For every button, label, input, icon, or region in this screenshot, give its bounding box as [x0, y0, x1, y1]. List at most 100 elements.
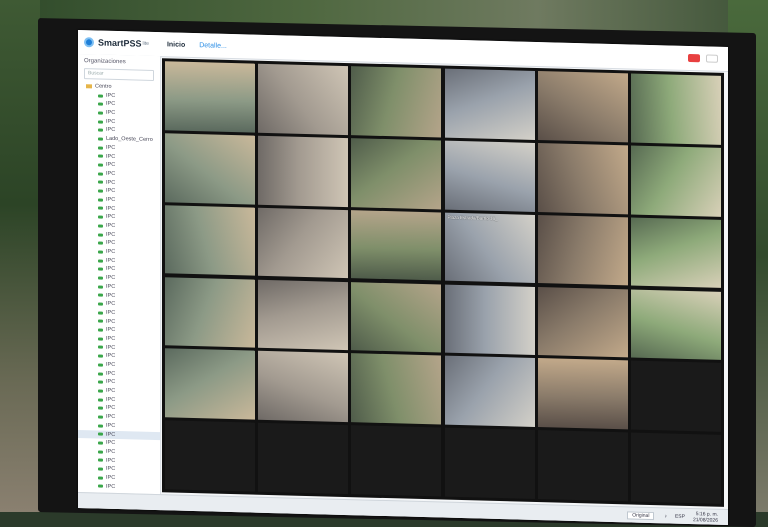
language-indicator: ESP	[674, 513, 685, 520]
tree-item-label: IPC	[106, 153, 116, 160]
camera-feed-tile[interactable]	[444, 284, 535, 356]
camera-icon	[98, 137, 103, 141]
camera-icon	[98, 198, 103, 202]
tree-item-label: IPC	[106, 396, 116, 403]
camera-icon	[98, 372, 103, 376]
tree-item-label: IPC	[106, 335, 116, 342]
camera-icon	[98, 154, 103, 158]
layout-icon[interactable]	[706, 54, 718, 63]
camera-icon	[98, 432, 103, 436]
empty-feed-tile[interactable]	[258, 422, 349, 495]
camera-feed-tile[interactable]	[258, 351, 349, 423]
camera-feed-tile[interactable]	[165, 276, 256, 348]
tree-item-label: IPC	[106, 179, 116, 186]
camera-icon	[98, 398, 103, 402]
camera-icon	[98, 285, 103, 289]
camera-icon	[98, 250, 103, 254]
camera-feed-tile[interactable]	[444, 68, 535, 140]
camera-icon	[98, 319, 103, 324]
empty-feed-tile[interactable]	[537, 430, 628, 502]
camera-feed-tile[interactable]	[444, 140, 535, 212]
tree-item-label: IPC	[106, 231, 116, 238]
tree-item-label: IPC	[106, 274, 116, 282]
tree-item-label: IPC	[106, 109, 116, 117]
camera-feed-tile[interactable]	[630, 73, 721, 145]
tab-inicio[interactable]: Inicio	[167, 41, 185, 48]
camera-feed-tile[interactable]	[537, 358, 628, 430]
camera-icon	[98, 458, 103, 463]
camera-icon	[98, 233, 103, 237]
search-input[interactable]: Buscar	[84, 68, 154, 81]
empty-feed-tile[interactable]	[444, 427, 535, 499]
camera-feed-tile[interactable]	[630, 217, 721, 289]
smartpss-window: SmartPSS lite Inicio Detalle... Organiza…	[78, 30, 728, 526]
camera-feed-tile[interactable]	[351, 281, 442, 353]
camera-feed-tile[interactable]	[630, 145, 721, 217]
tree-item-label: IPC	[106, 353, 116, 360]
camera-icon	[98, 111, 103, 115]
tree-item-label: IPC	[106, 222, 116, 229]
camera-icon	[98, 354, 103, 358]
tree-item-label: IPC	[106, 413, 116, 421]
empty-feed-tile[interactable]	[630, 432, 721, 504]
tree-item-label: IPC	[106, 422, 116, 429]
camera-icon	[98, 441, 103, 445]
empty-feed-tile[interactable]	[351, 425, 442, 497]
camera-icon	[98, 476, 103, 480]
camera-feed-tile[interactable]	[537, 71, 628, 143]
tree-item-label: IPC	[106, 474, 116, 481]
device-tree-panel: Organizaciones Buscar Centro IPC IPC IPC IP…	[78, 54, 161, 511]
empty-feed-tile[interactable]	[630, 360, 721, 432]
camera-feed-tile[interactable]	[165, 348, 256, 420]
tree-item-label: IPC	[106, 283, 116, 290]
camera-feed-tile[interactable]	[165, 204, 256, 277]
view-mode-select[interactable]: Original	[627, 511, 655, 521]
record-icon[interactable]	[688, 53, 700, 63]
tree-item-camera[interactable]: IPC	[78, 482, 160, 493]
tree-item-label: IPC	[106, 257, 116, 264]
camera-feed-tile[interactable]	[351, 209, 442, 282]
volume-icon[interactable]: ♪	[664, 513, 667, 519]
camera-icon	[98, 172, 103, 176]
tree-item-label: IPC	[106, 387, 116, 395]
camera-icon	[98, 276, 103, 280]
clock: 5:16 p. m. 21/08/2026	[693, 511, 718, 524]
camera-icon	[98, 163, 103, 167]
camera-icon	[98, 363, 103, 367]
camera-feed-tile[interactable]	[258, 135, 349, 207]
camera-feed-tile[interactable]	[351, 66, 442, 138]
camera-feed-tile[interactable]	[537, 142, 628, 215]
app-logo: SmartPSS lite	[84, 37, 149, 49]
tree-item-label: IPC	[106, 448, 116, 455]
app-name: SmartPSS	[98, 37, 142, 49]
camera-feed-tile[interactable]	[537, 286, 628, 358]
background-left	[0, 0, 40, 512]
tree-item-label: IPC	[106, 344, 116, 351]
camera-feed-tile[interactable]	[258, 279, 349, 351]
tree-item-label: IPC	[106, 127, 116, 134]
camera-icon	[98, 259, 103, 263]
empty-feed-tile[interactable]	[165, 420, 256, 492]
camera-icon	[98, 467, 103, 471]
camera-feed-tile[interactable]	[351, 137, 442, 210]
camera-feed-tile[interactable]: Plaza Estrada/Barrio 16_	[444, 212, 535, 284]
camera-feed-tile[interactable]	[165, 133, 256, 205]
tab-detalle[interactable]: Detalle...	[199, 42, 227, 50]
camera-icon	[98, 450, 103, 454]
camera-feed-tile[interactable]	[444, 355, 535, 428]
tree-item-label: IPC	[106, 214, 116, 221]
camera-feed-tile[interactable]	[258, 207, 349, 279]
camera-feed-tile[interactable]	[351, 353, 442, 425]
camera-icon	[98, 293, 103, 297]
tree-item-label: IPC	[106, 266, 116, 273]
camera-feed-tile[interactable]	[258, 63, 349, 135]
camera-icon	[98, 345, 103, 350]
app-edition: lite	[142, 40, 149, 47]
tree-item-label: IPC	[106, 361, 116, 368]
camera-feed-tile[interactable]	[630, 288, 721, 361]
camera-icon	[98, 215, 103, 219]
camera-feed-tile[interactable]	[165, 61, 256, 133]
camera-icon	[98, 389, 103, 393]
camera-feed-tile[interactable]	[537, 214, 628, 286]
camera-icon	[98, 302, 103, 306]
